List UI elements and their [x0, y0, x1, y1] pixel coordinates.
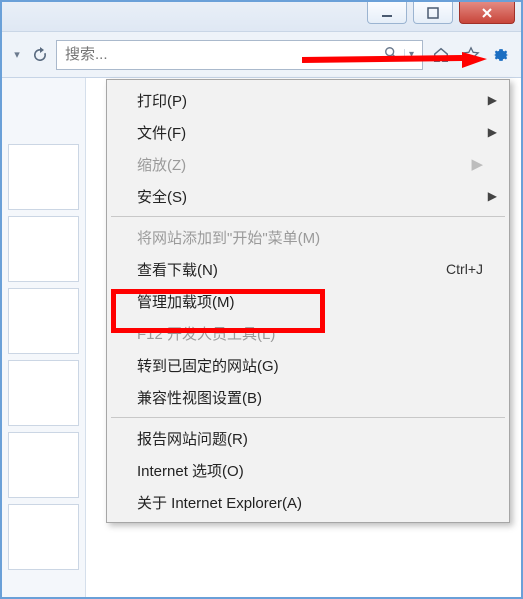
star-icon [462, 46, 480, 64]
search-provider-dropdown[interactable]: ▾ [404, 49, 414, 60]
search-icon[interactable] [378, 46, 404, 64]
menu-label: 管理加载项(M) [137, 291, 483, 312]
tab-thumbnail[interactable] [8, 216, 79, 282]
menu-f12-tools: F12 开发人员工具(L) [109, 317, 507, 349]
menu-label: 报告网站问题(R) [137, 428, 483, 449]
tools-menu: 打印(P) ▶ 文件(F) ▶ 缩放(Z) ▶ 安全(S) ▶ 将网站添加到"开… [106, 79, 510, 523]
tab-thumbnail[interactable] [8, 504, 79, 570]
menu-compat-view[interactable]: 兼容性视图设置(B) [109, 381, 507, 413]
search-input[interactable] [65, 46, 378, 63]
menu-separator [111, 417, 505, 418]
menu-about[interactable]: 关于 Internet Explorer(A) [109, 486, 507, 518]
menu-pinned-sites[interactable]: 转到已固定的网站(G) [109, 349, 507, 381]
tab-thumbnail[interactable] [8, 360, 79, 426]
menu-zoom: 缩放(Z) ▶ [109, 148, 507, 180]
menu-label: 打印(P) [137, 90, 483, 111]
menu-label: 转到已固定的网站(G) [137, 355, 483, 376]
maximize-button[interactable] [413, 2, 453, 24]
window-title-bar [2, 2, 521, 32]
tools-gear-button[interactable] [489, 43, 513, 67]
menu-label: 将网站添加到"开始"菜单(M) [137, 227, 483, 248]
menu-security[interactable]: 安全(S) ▶ [109, 180, 507, 212]
refresh-button[interactable] [30, 45, 50, 65]
close-icon [480, 6, 494, 20]
minimize-button[interactable] [367, 2, 407, 24]
menu-add-to-start: 将网站添加到"开始"菜单(M) [109, 221, 507, 253]
menu-label: 兼容性视图设置(B) [137, 387, 483, 408]
tab-sidebar [2, 78, 86, 597]
submenu-arrow-icon: ▶ [471, 155, 483, 173]
menu-separator [111, 216, 505, 217]
menu-label: 缩放(Z) [137, 154, 471, 175]
search-box[interactable]: ▾ [56, 40, 423, 70]
home-icon [432, 46, 450, 64]
favorites-button[interactable] [459, 43, 483, 67]
submenu-arrow-icon: ▶ [488, 125, 497, 139]
menu-label: 安全(S) [137, 186, 483, 207]
menu-label: F12 开发人员工具(L) [137, 323, 483, 344]
tab-thumbnail[interactable] [8, 432, 79, 498]
menu-label: 关于 Internet Explorer(A) [137, 492, 483, 513]
menu-label: Internet 选项(O) [137, 460, 483, 481]
gear-icon [491, 45, 511, 65]
menu-file[interactable]: 文件(F) ▶ [109, 116, 507, 148]
minimize-icon [381, 7, 393, 19]
menu-label: 查看下载(N) [137, 259, 446, 280]
nav-dropdown-icon[interactable]: ▾ [10, 48, 24, 61]
menu-view-downloads[interactable]: 查看下载(N) Ctrl+J [109, 253, 507, 285]
close-button[interactable] [459, 2, 515, 24]
maximize-icon [427, 7, 439, 19]
refresh-icon [32, 47, 48, 63]
menu-report-problem[interactable]: 报告网站问题(R) [109, 422, 507, 454]
menu-manage-addons[interactable]: 管理加载项(M) [109, 285, 507, 317]
submenu-arrow-icon: ▶ [488, 93, 497, 107]
home-button[interactable] [429, 43, 453, 67]
browser-toolbar: ▾ ▾ [2, 32, 521, 78]
tab-thumbnail[interactable] [8, 288, 79, 354]
menu-shortcut: Ctrl+J [446, 261, 483, 277]
menu-internet-options[interactable]: Internet 选项(O) [109, 454, 507, 486]
tab-thumbnail[interactable] [8, 144, 79, 210]
menu-label: 文件(F) [137, 122, 483, 143]
menu-print[interactable]: 打印(P) ▶ [109, 84, 507, 116]
submenu-arrow-icon: ▶ [488, 189, 497, 203]
